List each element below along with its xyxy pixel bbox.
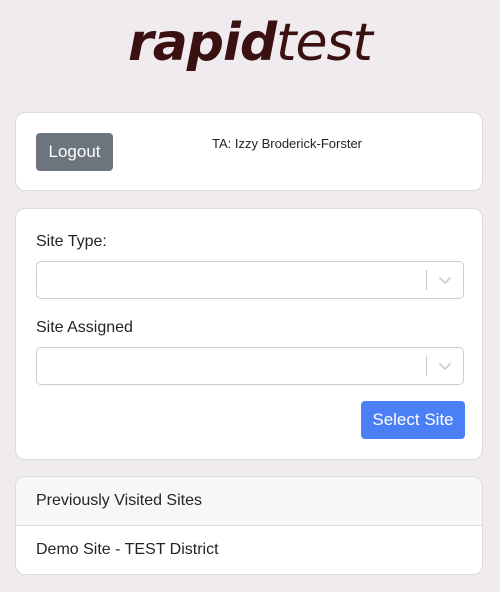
logo-light-text: test — [276, 13, 373, 73]
chevron-down-icon[interactable] — [437, 272, 453, 288]
site-assigned-label: Site Assigned — [36, 319, 133, 336]
ta-name-label: TA: Izzy Broderick-Forster — [212, 136, 363, 151]
site-assigned-separator — [426, 356, 427, 376]
chevron-down-icon[interactable] — [437, 358, 453, 374]
select-site-button[interactable]: Select Site — [361, 401, 465, 439]
user-card: Logout TA: Izzy Broderick-Forster — [15, 112, 483, 191]
previously-visited-card: Previously Visited Sites Demo Site - TES… — [15, 476, 483, 575]
site-type-label: Site Type: — [36, 233, 107, 250]
logo-bold-text: rapid — [128, 13, 277, 73]
site-type-select[interactable] — [36, 261, 464, 299]
logout-button[interactable]: Logout — [36, 133, 113, 171]
site-type-separator — [426, 270, 427, 290]
site-selection-card: Site Type: Site Assigned Select Site — [15, 208, 483, 460]
list-item[interactable]: Demo Site - TEST District — [36, 541, 219, 559]
previously-visited-header: Previously Visited Sites — [16, 477, 482, 526]
previously-visited-title: Previously Visited Sites — [36, 492, 202, 509]
site-assigned-select[interactable] — [36, 347, 464, 385]
rapidtest-logo: rapidtest — [0, 8, 500, 78]
